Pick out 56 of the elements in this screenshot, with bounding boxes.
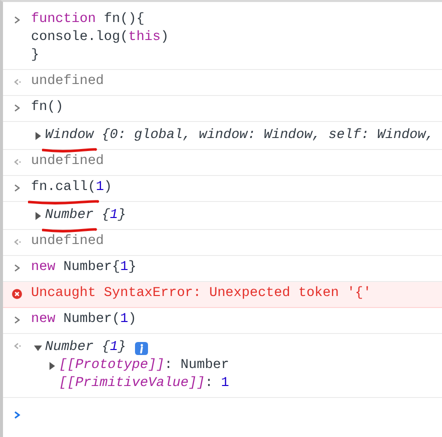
expand-triangle-icon[interactable]: [34, 132, 42, 140]
code-token: {0: global, window: Window, self: Window,: [100, 127, 434, 145]
input-chevron-icon: [12, 263, 22, 273]
code-token: fn(){: [102, 11, 144, 29]
code-token: this: [128, 29, 161, 47]
result-text: undefined: [31, 233, 104, 251]
code-token: function: [31, 11, 96, 29]
code-token: 1: [96, 179, 104, 197]
code-token: ): [128, 311, 136, 329]
result-text: undefined: [31, 73, 104, 91]
collapse-triangle-icon[interactable]: [34, 344, 42, 352]
underline-mark: [28, 199, 99, 205]
code-token: 1: [110, 207, 118, 225]
code-token: Number{: [62, 259, 120, 277]
input-chevron-icon: [12, 315, 22, 325]
code-token: 1: [120, 259, 128, 277]
input-chevron-icon: [12, 15, 22, 25]
code-token: Number: [45, 208, 94, 223]
info-icon[interactable]: [135, 342, 148, 354]
code-token: fn.call(: [31, 180, 96, 195]
prompt-chevron-icon[interactable]: [12, 410, 22, 420]
underline-mark: [42, 227, 97, 233]
result-arrow-icon: [12, 157, 22, 167]
code-token: ): [160, 29, 169, 47]
code-token: 1: [110, 339, 118, 357]
expand-triangle-icon[interactable]: [34, 212, 42, 220]
code-token: }: [31, 47, 40, 65]
code-token: }: [128, 259, 136, 277]
code-token: {: [100, 207, 110, 225]
underline-mark: [42, 147, 97, 153]
code-token: Number(: [62, 311, 120, 329]
result-arrow-icon: [12, 77, 22, 87]
input-chevron-icon: [12, 183, 22, 193]
code-token: [[PrimitiveValue]]: [59, 375, 205, 393]
code-token: console.log(: [31, 29, 128, 47]
code-token: ): [104, 179, 112, 197]
expand-triangle-icon[interactable]: [48, 362, 56, 370]
code-token: :: [204, 375, 214, 393]
code-token: 1: [120, 311, 128, 329]
result-text: undefined: [31, 153, 104, 171]
code-token: Window: [45, 128, 94, 143]
result-arrow-icon: [12, 341, 22, 351]
code-token: 1: [221, 375, 230, 393]
code-token: new: [31, 311, 56, 329]
result-arrow-icon: [12, 237, 22, 247]
code-token: }: [118, 207, 126, 225]
code-token: Number: [45, 339, 94, 357]
code-token: new: [31, 259, 56, 277]
code-token: : Number: [164, 357, 230, 375]
error-message: Uncaught SyntaxError: Unexpected token '{': [31, 285, 372, 303]
code-token: [[Prototype]]: [59, 357, 164, 375]
code-token: fn(): [31, 99, 64, 117]
code-token: {: [100, 339, 110, 357]
input-chevron-icon: [12, 103, 22, 113]
code-token: }: [118, 339, 126, 357]
error-icon: [12, 289, 22, 299]
